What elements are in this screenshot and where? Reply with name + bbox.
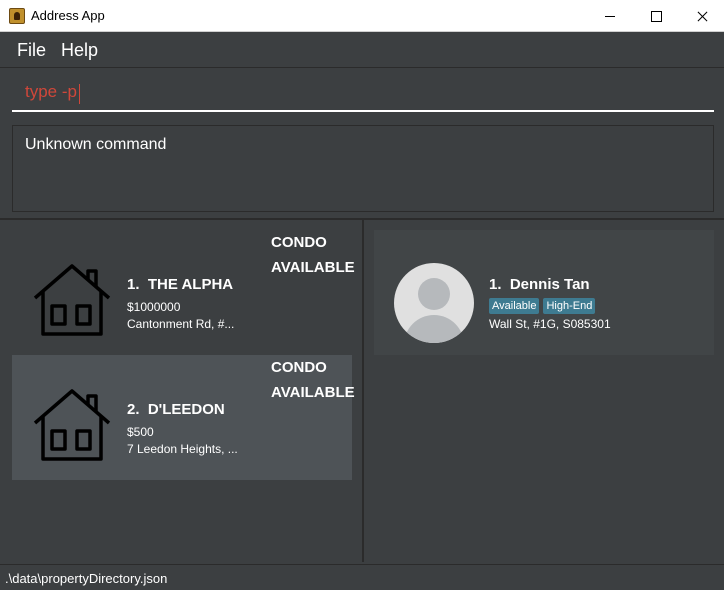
property-type: CONDO [271, 359, 327, 376]
minimize-button[interactable] [587, 0, 633, 32]
person-address: Wall St, #1G, S085301 [489, 317, 611, 331]
split-pane-divider[interactable] [362, 220, 364, 562]
property-price: $500 [127, 425, 154, 439]
tag: Available [489, 298, 540, 314]
property-address: Cantonment Rd, #... [127, 317, 235, 331]
command-box [0, 68, 724, 120]
property-status: AVAILABLE [271, 259, 355, 276]
window-title: Address App [31, 8, 105, 23]
menu-help[interactable]: Help [61, 40, 98, 61]
result-text: Unknown command [25, 136, 167, 153]
property-address: 7 Leedon Heights, ... [127, 442, 238, 456]
property-card[interactable]: 2. D'LEEDON $500 7 Leedon Heights, ... C… [12, 355, 355, 480]
property-status: AVAILABLE [271, 384, 355, 401]
menu-file[interactable]: File [17, 40, 46, 61]
status-bar: .\data\propertyDirectory.json [0, 564, 724, 590]
person-tags: Available High-End [489, 298, 596, 314]
property-type: CONDO [271, 234, 327, 251]
maximize-button[interactable] [633, 0, 679, 32]
property-card[interactable]: 1. THE ALPHA $1000000 Cantonment Rd, #..… [12, 230, 355, 355]
command-input[interactable] [12, 74, 714, 112]
property-name: 2. D'LEEDON [127, 401, 225, 418]
app-icon [9, 8, 25, 24]
tag: High-End [543, 298, 596, 314]
house-icon [33, 264, 111, 336]
save-location: .\data\propertyDirectory.json [5, 571, 168, 586]
title-bar: Address App [0, 0, 724, 32]
property-price: $1000000 [127, 300, 181, 314]
text-caret [79, 84, 80, 104]
close-button[interactable] [679, 0, 724, 32]
property-name: 1. THE ALPHA [127, 276, 234, 293]
house-icon [33, 389, 111, 461]
menu-bar: File Help [0, 32, 724, 68]
result-display: Unknown command [12, 125, 714, 212]
avatar-placeholder-icon [394, 263, 474, 343]
person-card[interactable]: 1. Dennis Tan Available High-End Wall St… [374, 230, 714, 355]
person-name: 1. Dennis Tan [489, 276, 590, 293]
